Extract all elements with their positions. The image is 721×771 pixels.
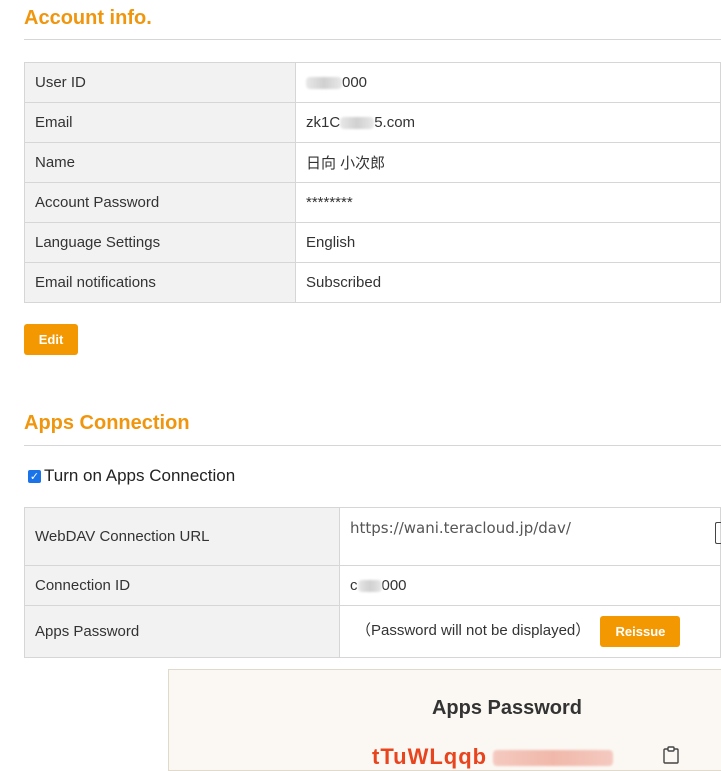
connection-id-value: c 000 <box>339 565 721 606</box>
table-row: User ID 000 <box>24 62 721 103</box>
account-info-table: User ID 000 Email zk1C 5.com Name 日向 小次郎 … <box>24 62 721 303</box>
webdav-url-value[interactable]: https://wani.teracloud.jp/dav/ <box>350 519 571 537</box>
table-row: WebDAV Connection URL https://wani.terac… <box>24 507 721 566</box>
language-label: Language Settings <box>24 222 296 263</box>
table-row: Name 日向 小次郎 <box>24 142 721 183</box>
checkbox-checked-icon[interactable]: ✓ <box>28 469 41 483</box>
user-id-label: User ID <box>24 62 296 103</box>
email-value: zk1C 5.com <box>295 102 721 143</box>
redacted-blur <box>493 750 614 767</box>
edit-button[interactable]: Edit <box>24 324 78 355</box>
copy-button-edge[interactable] <box>715 522 721 544</box>
reissue-button[interactable]: Reissue <box>600 616 681 647</box>
table-row: Apps Password （Password will not be disp… <box>24 605 721 658</box>
apps-connection-toggle-label: Turn on Apps Connection <box>44 466 236 485</box>
email-notifications-label: Email notifications <box>24 262 296 303</box>
table-row: Connection ID c 000 <box>24 565 721 606</box>
account-password-label: Account Password <box>24 182 296 223</box>
divider <box>24 445 721 446</box>
redacted-blur <box>340 117 375 130</box>
apps-password-label: Apps Password <box>24 605 340 658</box>
table-row: Account Password ******** <box>24 182 721 223</box>
name-value: 日向 小次郎 <box>295 142 721 183</box>
name-label: Name <box>24 142 296 183</box>
redacted-blur <box>357 580 382 593</box>
apps-connection-title: Apps Connection <box>24 412 190 434</box>
divider <box>24 39 721 40</box>
webdav-url-cell: https://wani.teracloud.jp/dav/ <box>339 507 721 566</box>
apps-password-cell: （Password will not be displayed） Reissue <box>339 605 721 658</box>
webdav-url-label: WebDAV Connection URL <box>24 507 340 566</box>
email-notifications-value: Subscribed <box>295 262 721 303</box>
apps-connection-toggle[interactable]: ✓ Turn on Apps Connection <box>28 466 235 486</box>
email-label: Email <box>24 102 296 143</box>
account-info-title: Account info. <box>24 7 152 29</box>
language-value: English <box>295 222 721 263</box>
user-id-value: 000 <box>295 62 721 103</box>
apps-connection-table: WebDAV Connection URL https://wani.terac… <box>24 507 721 658</box>
redacted-blur <box>306 77 342 90</box>
connection-id-label: Connection ID <box>24 565 340 606</box>
table-row: Email notifications Subscribed <box>24 262 721 303</box>
table-row: Language Settings English <box>24 222 721 263</box>
table-row: Email zk1C 5.com <box>24 102 721 143</box>
clipboard-icon[interactable] <box>662 746 680 764</box>
account-password-value: ******** <box>295 182 721 223</box>
apps-password-hidden-note: （Password will not be displayed） <box>356 622 591 640</box>
modal-title: Apps Password <box>431 697 583 719</box>
